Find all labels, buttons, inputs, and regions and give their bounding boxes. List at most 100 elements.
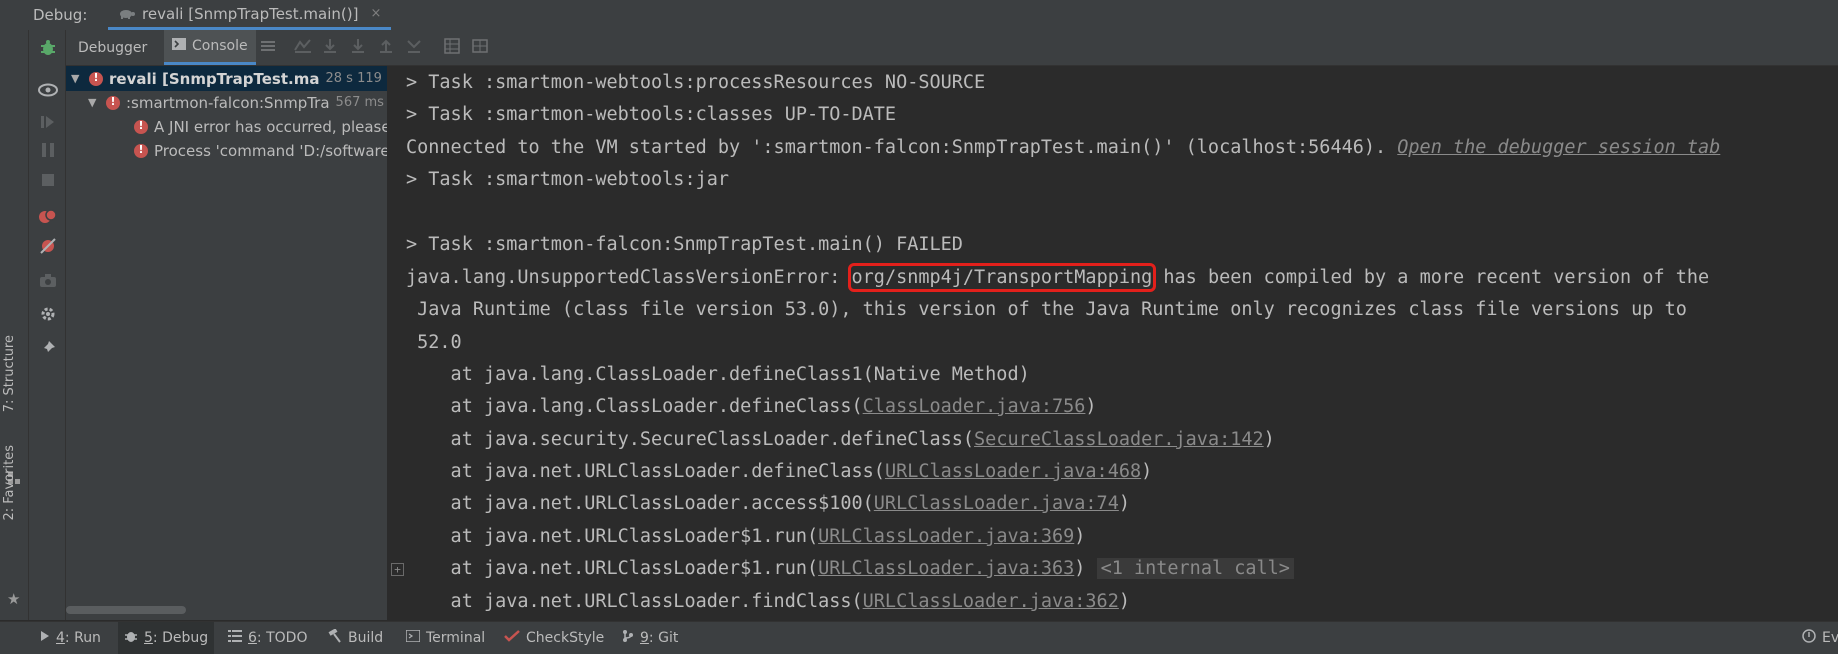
console-line: > Task :smartmon-webtools:processResourc… <box>406 72 986 93</box>
open-debugger-session-link[interactable]: Open the debugger session tab <box>1397 137 1720 158</box>
view-breakpoints-icon[interactable] <box>38 206 58 226</box>
error-icon <box>89 71 103 86</box>
step-over-icon[interactable] <box>322 38 342 58</box>
tree-child-label: :smartmon-falcon:SnmpTra <box>126 93 330 112</box>
debug-session-tab[interactable]: revali [SnmpTrapTest.main()] × <box>108 0 392 30</box>
resume-icon[interactable] <box>38 112 58 132</box>
console-error-line: Java Runtime (class file version 53.0), … <box>406 299 1687 320</box>
stack-frame-text: ) <box>1074 558 1097 579</box>
star-icon: ★ <box>7 590 21 608</box>
console-icon <box>172 38 186 54</box>
step-into-icon[interactable] <box>350 38 370 58</box>
todo-tab[interactable]: 6: TODO <box>222 622 313 654</box>
source-link[interactable]: URLClassLoader.java:369 <box>818 526 1074 547</box>
debug-tab[interactable]: 5: Debug <box>118 622 215 654</box>
debug-tab-number: 5 <box>144 630 153 646</box>
expand-fold-icon[interactable]: + <box>391 563 404 576</box>
play-icon <box>40 630 50 646</box>
build-tab-label: Build <box>348 630 384 646</box>
tree-leaf-row[interactable]: A JNI error has occurred, please <box>134 114 387 139</box>
stack-frame-text: at java.lang.ClassLoader.defineClass1(Na… <box>406 364 1030 385</box>
console-error-line: java.lang.UnsupportedClassVersionError: … <box>406 262 1709 294</box>
expand-arrow-icon[interactable]: ▼ <box>71 72 85 85</box>
camera-icon[interactable] <box>38 270 58 290</box>
eye-icon[interactable] <box>38 80 58 100</box>
hammer-icon <box>328 628 342 647</box>
run-tab[interactable]: 4: Run <box>34 622 107 654</box>
debug-label: Debug: <box>33 6 88 24</box>
git-tab-label: : Git <box>648 630 679 646</box>
tree-leaf-row[interactable]: Process 'command 'D:/software <box>134 138 387 163</box>
console-line: > Task :smartmon-falcon:SnmpTrapTest.mai… <box>406 234 963 255</box>
source-link[interactable]: URLClassLoader.java:362 <box>863 591 1119 612</box>
console-output[interactable]: > Task :smartmon-webtools:processResourc… <box>388 66 1838 620</box>
stack-frame: at java.security.SecureClassLoader.defin… <box>406 424 1275 456</box>
error-text: java.lang.UnsupportedClassVersionError: <box>406 267 852 288</box>
pause-icon[interactable] <box>38 140 58 160</box>
menu-icon[interactable] <box>260 38 280 58</box>
checkstyle-icon <box>504 630 520 646</box>
tree-child-row[interactable]: ▼ :smartmon-falcon:SnmpTra 567 ms <box>88 90 384 115</box>
source-link[interactable]: URLClassLoader.java:468 <box>885 461 1141 482</box>
console-text: Connected to the VM started by ':smartmo… <box>406 137 1398 158</box>
error-icon <box>134 143 148 158</box>
stack-frame-text: ) <box>1263 429 1275 450</box>
stack-frame: at java.net.URLClassLoader.defineClass(U… <box>406 456 1153 488</box>
folded-internal-calls[interactable]: <1 internal call> <box>1096 558 1294 579</box>
run-to-cursor-icon[interactable] <box>406 38 426 58</box>
favorites-tab[interactable]: 2: Favorites <box>2 445 17 521</box>
expand-arrow-icon[interactable]: ▼ <box>88 96 102 109</box>
stack-frame: at java.net.URLClassLoader.access$100(UR… <box>406 488 1130 520</box>
debug-tree-panel: ▼ revali [SnmpTrapTest.ma 28 s 119 ms ▼ … <box>66 66 388 620</box>
debug-tab-label: : Debug <box>152 630 209 646</box>
close-icon[interactable]: × <box>370 6 381 21</box>
stack-frame-text: at java.net.URLClassLoader.defineClass( <box>406 461 885 482</box>
mute-breakpoints-icon[interactable] <box>38 236 58 256</box>
horizontal-scrollbar[interactable] <box>66 606 186 614</box>
debug-title-bar: Debug: revali [SnmpTrapTest.main()] × <box>0 0 1838 31</box>
source-link[interactable]: URLClassLoader.java:74 <box>874 493 1119 514</box>
error-icon <box>134 119 148 134</box>
terminal-tab-label: Terminal <box>426 630 486 646</box>
todo-tab-label: : TODO <box>256 630 308 646</box>
bottom-tool-bar: 4: Run 5: Debug 6: TODO Build Terminal C… <box>0 621 1838 654</box>
stack-frame-text: ) <box>1141 461 1153 482</box>
show-execution-point-icon[interactable] <box>294 38 314 58</box>
debug-tab-bar: Debugger Console <box>66 30 1838 66</box>
console-error-line: 52.0 <box>406 332 462 353</box>
stack-frame-text: at java.net.URLClassLoader.findClass( <box>406 591 863 612</box>
structure-tab[interactable]: 7: Structure <box>2 335 17 412</box>
console-line: Connected to the VM started by ':smartmo… <box>406 132 1720 164</box>
terminal-tab[interactable]: Terminal <box>400 622 491 654</box>
checkstyle-tab[interactable]: CheckStyle <box>498 622 610 654</box>
stack-frame-text: at java.net.URLClassLoader.access$100( <box>406 493 874 514</box>
tab-debugger-label: Debugger <box>78 39 148 56</box>
highlighted-class-name: org/snmp4j/TransportMapping <box>847 263 1157 292</box>
tree-child-time: 567 ms <box>335 95 384 110</box>
turtle-icon <box>118 5 136 23</box>
tree-root-row[interactable]: ▼ revali [SnmpTrapTest.ma 28 s 119 ms <box>66 66 387 91</box>
tree-root-label: revali [SnmpTrapTest.ma <box>109 69 320 88</box>
debug-bug-icon[interactable] <box>38 38 58 58</box>
source-link[interactable]: SecureClassLoader.java:142 <box>974 429 1264 450</box>
step-out-icon[interactable] <box>378 38 398 58</box>
run-tab-number: 4 <box>56 630 65 646</box>
stack-frame: at java.lang.ClassLoader.defineClass(Cla… <box>406 391 1097 423</box>
git-tab[interactable]: 9: Git <box>616 622 684 654</box>
pin-icon[interactable] <box>38 338 58 358</box>
event-log-tab[interactable]: Eve <box>1796 622 1838 654</box>
stack-frame-text: ) <box>1085 396 1097 417</box>
tree-root-time: 28 s 119 ms <box>325 71 387 86</box>
stack-frame-text: at java.net.URLClassLoader$1.run( <box>406 558 819 579</box>
list-icon <box>228 630 242 646</box>
gear-icon[interactable] <box>38 304 58 324</box>
trace-icon[interactable] <box>472 38 492 58</box>
tab-debugger[interactable]: Debugger <box>70 30 155 65</box>
build-tab[interactable]: Build <box>322 622 389 654</box>
console-line: > Task :smartmon-webtools:jar <box>406 169 730 190</box>
source-link[interactable]: URLClassLoader.java:363 <box>818 558 1074 579</box>
source-link[interactable]: ClassLoader.java:756 <box>863 396 1086 417</box>
tab-console[interactable]: Console <box>164 30 256 65</box>
evaluate-expression-icon[interactable] <box>444 38 464 58</box>
stop-icon[interactable] <box>38 170 58 190</box>
